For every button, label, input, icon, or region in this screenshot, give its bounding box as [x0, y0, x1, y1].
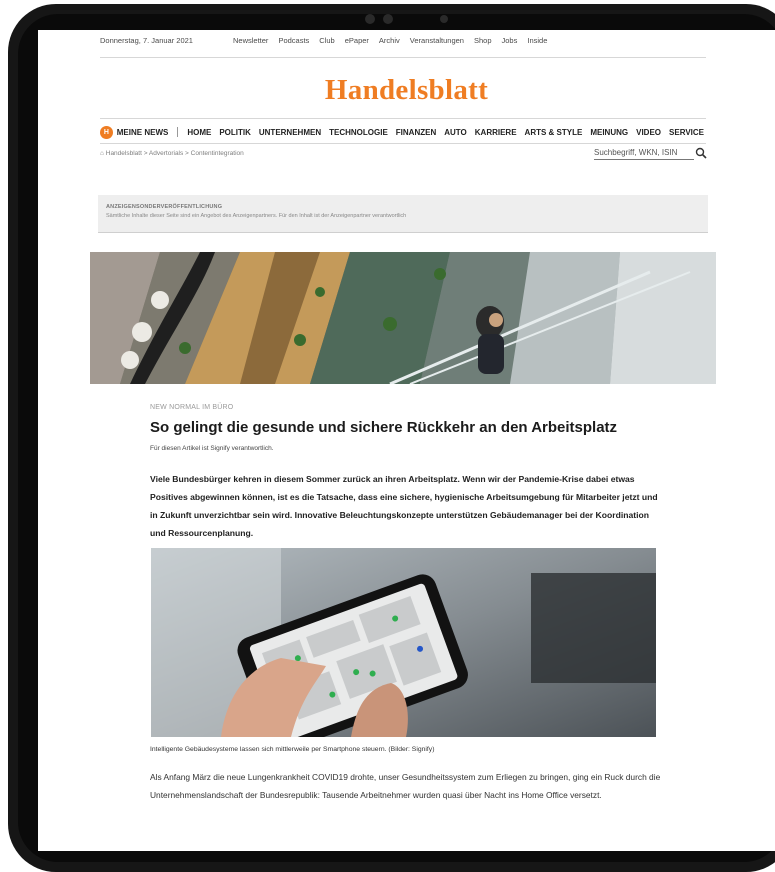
article-byline: Für diesen Artikel ist Signify verantwor… — [150, 445, 274, 452]
search-icon[interactable] — [695, 147, 707, 159]
divider — [100, 143, 706, 144]
link-jobs[interactable]: Jobs — [502, 36, 518, 45]
nav-item-auto[interactable]: AUTO — [444, 128, 467, 137]
link-inside[interactable]: Inside — [527, 36, 547, 45]
article-lead: Viele Bundesbürger kehren in diesem Somm… — [150, 474, 658, 538]
site-logo[interactable]: Handelsblatt — [38, 74, 775, 107]
advertorial-notice: ANZEIGENSONDERVERÖFFENTLICHUNG Sämtliche… — [98, 195, 708, 233]
divider — [100, 57, 706, 58]
current-date: Donnerstag, 7. Januar 2021 — [100, 36, 193, 45]
link-epaper[interactable]: ePaper — [345, 36, 369, 45]
nav-item-home[interactable]: HOME — [187, 128, 211, 137]
nav-item-video[interactable]: VIDEO — [636, 128, 661, 137]
hero-office-image — [90, 252, 716, 384]
browser-screen: Donnerstag, 7. Januar 2021 Newsletter Po… — [38, 30, 775, 851]
article-headline: So gelingt die gesunde und sichere Rückk… — [150, 419, 618, 436]
nav-item-finanzen[interactable]: FINANZEN — [396, 128, 436, 137]
utility-links: Newsletter Podcasts Club ePaper Archiv V… — [233, 36, 547, 45]
main-navigation: H MEINE NEWS HOME POLITIK UNTERNEHMEN TE… — [100, 124, 704, 140]
camera-dot — [440, 15, 448, 23]
nav-item-karriere[interactable]: KARRIERE — [475, 128, 517, 137]
link-veranstaltungen[interactable]: Veranstaltungen — [410, 36, 464, 45]
nav-item-technologie[interactable]: TECHNOLOGIE — [329, 128, 388, 137]
home-icon[interactable]: ⌂ — [100, 150, 104, 157]
nav-item-unternehmen[interactable]: UNTERNEHMEN — [259, 128, 321, 137]
link-archiv[interactable]: Archiv — [379, 36, 400, 45]
nav-item-service[interactable]: SERVICE — [669, 128, 704, 137]
image-caption: Intelligente Gebäudesysteme lassen sich … — [150, 746, 435, 753]
nav-item-meinung[interactable]: MEINUNG — [590, 128, 628, 137]
nav-items: HOME POLITIK UNTERNEHMEN TECHNOLOGIE FIN… — [187, 128, 704, 137]
top-utility-bar: Donnerstag, 7. Januar 2021 Newsletter Po… — [100, 36, 710, 52]
breadcrumb: ⌂ Handelsblatt > Advertorials > Contenti… — [100, 150, 244, 157]
breadcrumb-path[interactable]: Handelsblatt > Advertorials > Contentint… — [106, 150, 244, 157]
handelsblatt-badge-icon: H — [100, 125, 113, 139]
nav-separator — [177, 127, 179, 137]
link-podcasts[interactable]: Podcasts — [278, 36, 309, 45]
link-shop[interactable]: Shop — [474, 36, 492, 45]
search-input[interactable]: Suchbegriff, WKN, ISIN — [594, 146, 694, 160]
nav-item-politik[interactable]: POLITIK — [219, 128, 251, 137]
nav-meine-news[interactable]: MEINE NEWS — [117, 128, 169, 137]
article-body-paragraph: Als Anfang März die neue Lungenkrankheit… — [150, 772, 661, 800]
link-club[interactable]: Club — [319, 36, 334, 45]
article-kicker: NEW NORMAL IM BÜRO — [150, 404, 234, 411]
camera-dot — [383, 14, 393, 24]
nav-item-arts-style[interactable]: ARTS & STYLE — [525, 128, 583, 137]
smartphone-app-image — [151, 548, 656, 737]
advertorial-notice-text: Sämtliche Inhalte dieser Seite sind ein … — [106, 213, 407, 219]
divider — [100, 118, 706, 119]
advertorial-notice-title: ANZEIGENSONDERVERÖFFENTLICHUNG — [106, 204, 223, 210]
camera-dot — [365, 14, 375, 24]
link-newsletter[interactable]: Newsletter — [233, 36, 268, 45]
